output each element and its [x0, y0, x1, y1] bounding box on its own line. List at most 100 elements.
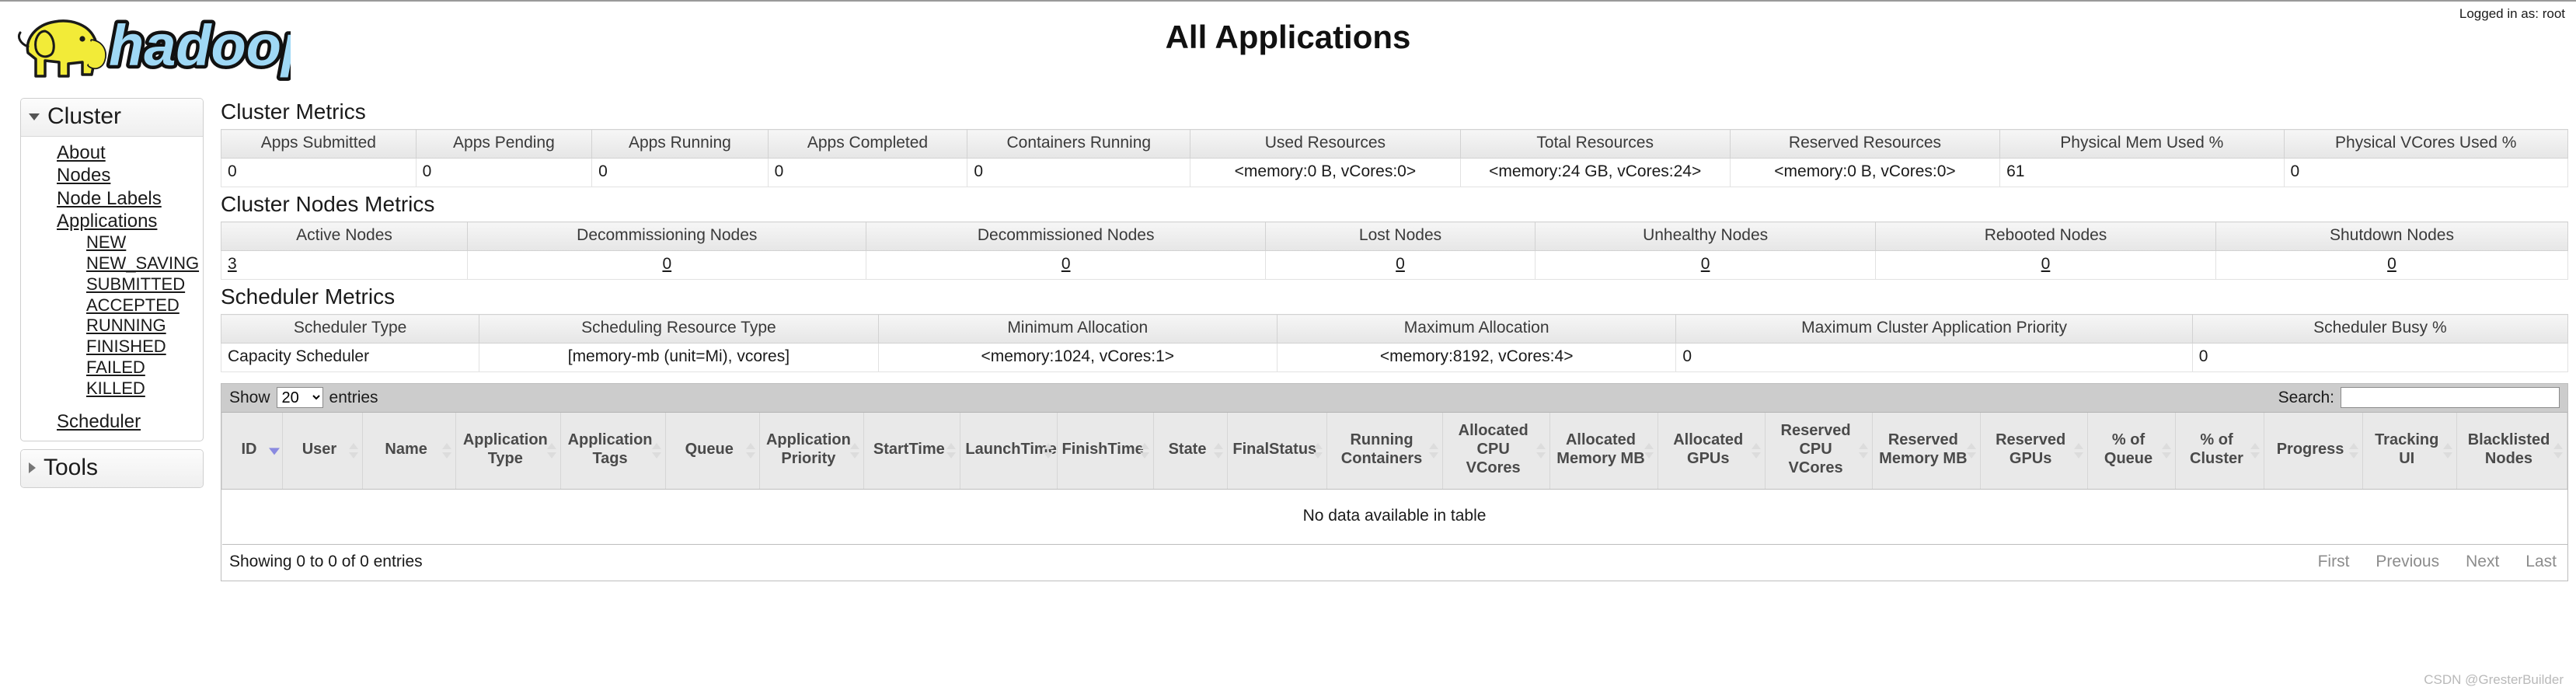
- col-progress[interactable]: Progress: [2263, 413, 2364, 490]
- page-title: All Applications: [1165, 19, 1411, 55]
- col-application-tags[interactable]: Application Tags: [560, 413, 666, 490]
- sort-neutral-icon: [1429, 442, 1439, 459]
- sort-neutral-icon: [547, 442, 557, 459]
- col-finalstatus-label: FinalStatus: [1232, 440, 1317, 458]
- pagination-first[interactable]: First: [2318, 553, 2350, 571]
- sidebar-item-state-finished[interactable]: FINISHED: [86, 337, 166, 357]
- val-rebooted-nodes[interactable]: 0: [2041, 255, 2051, 273]
- col-state[interactable]: State: [1152, 413, 1229, 490]
- col-application-tags-label: Application Tags: [567, 431, 653, 467]
- sort-neutral-icon: [1214, 442, 1224, 459]
- col-used-resources: Used Resources: [1190, 129, 1461, 159]
- sidebar-item-applications[interactable]: Applications: [57, 210, 157, 232]
- datatable-toolbar: Show 20 40 60 80 100 entries Search:: [221, 384, 2567, 413]
- col-queue[interactable]: Queue: [664, 413, 760, 490]
- sort-neutral-icon: [1644, 442, 1654, 459]
- col-id[interactable]: ID: [221, 413, 284, 490]
- col-finishtime[interactable]: FinishTime: [1056, 413, 1154, 490]
- col-application-priority[interactable]: Application Priority: [758, 413, 865, 490]
- col-allocated-gpus[interactable]: Allocated GPUs: [1657, 413, 1766, 490]
- col-allocated-cpu-vcores[interactable]: Allocated CPU VCores: [1442, 413, 1551, 490]
- col-percent-of-queue[interactable]: % of Queue: [2086, 413, 2177, 490]
- list-item: Scheduler: [21, 410, 203, 433]
- sort-neutral-icon: [2250, 442, 2260, 459]
- sort-neutral-icon: [1751, 442, 1761, 459]
- hadoop-logo: hadoop hadoop: [11, 8, 320, 89]
- sort-descending-icon: [269, 443, 278, 459]
- sidebar-item-state-submitted[interactable]: SUBMITTED: [86, 274, 185, 295]
- col-launchtime[interactable]: LaunchTime: [960, 413, 1058, 490]
- col-reserved-gpus[interactable]: Reserved GPUs: [1979, 413, 2088, 490]
- val-lost-nodes[interactable]: 0: [1396, 255, 1405, 273]
- page-size-select[interactable]: 20 40 60 80 100: [276, 387, 323, 408]
- col-id-label: ID: [241, 440, 257, 458]
- sidebar-spacer: [21, 399, 203, 410]
- val-unhealthy-nodes[interactable]: 0: [1701, 255, 1710, 273]
- val-scheduler-busy: 0: [2191, 343, 2569, 372]
- sort-neutral-icon: [1139, 442, 1149, 459]
- sidebar-item-state-failed[interactable]: FAILED: [86, 357, 145, 378]
- col-reserved-cpu-vcores[interactable]: Reserved CPU VCores: [1764, 413, 1874, 490]
- col-allocated-memory-mb[interactable]: Allocated Memory MB: [1549, 413, 1658, 490]
- val-reserved-resources: <memory:0 B, vCores:0>: [1729, 158, 2001, 187]
- sidebar-item-node-labels[interactable]: Node Labels: [57, 187, 162, 210]
- page-length-control: Show 20 40 60 80 100 entries: [229, 387, 378, 408]
- table-header-row: Scheduler Type Scheduling Resource Type …: [220, 314, 2569, 344]
- col-user[interactable]: User: [282, 413, 363, 490]
- sidebar-tools-toggle[interactable]: Tools: [21, 449, 203, 487]
- val-active-nodes[interactable]: 3: [228, 255, 237, 273]
- col-running-containers-label: Running Containers: [1340, 431, 1423, 467]
- col-lost-nodes: Lost Nodes: [1264, 221, 1536, 251]
- main-content: Cluster Metrics Apps Submitted Apps Pend…: [220, 95, 2569, 581]
- pagination-next[interactable]: Next: [2466, 553, 2499, 571]
- list-item: RUNNING: [21, 316, 203, 337]
- col-decommissioning-nodes: Decommissioning Nodes: [467, 221, 867, 251]
- watermark: CSDN @GresterBuilder: [2424, 672, 2564, 687]
- sort-neutral-icon: [2073, 442, 2083, 459]
- col-blacklisted-nodes[interactable]: Blacklisted Nodes: [2456, 413, 2568, 490]
- pagination-previous[interactable]: Previous: [2376, 553, 2439, 571]
- sort-neutral-icon: [348, 442, 358, 459]
- list-item: NEW: [21, 232, 203, 253]
- val-decommissioned-nodes[interactable]: 0: [1061, 255, 1071, 273]
- sort-neutral-icon: [442, 442, 452, 459]
- col-starttime[interactable]: StartTime: [863, 413, 961, 490]
- col-reserved-memory-mb[interactable]: Reserved Memory MB: [1872, 413, 1981, 490]
- col-apps-completed: Apps Completed: [767, 129, 968, 159]
- col-percent-of-cluster[interactable]: % of Cluster: [2175, 413, 2264, 490]
- col-tracking-ui[interactable]: Tracking UI: [2362, 413, 2457, 490]
- sidebar-cluster-toggle[interactable]: Cluster: [21, 99, 203, 137]
- col-queue-label: Queue: [685, 440, 734, 458]
- val-shutdown-nodes[interactable]: 0: [2387, 255, 2396, 273]
- col-reserved-cpu-vcores-label: Reserved CPU VCores: [1780, 422, 1851, 476]
- col-scheduling-resource-type: Scheduling Resource Type: [479, 314, 879, 344]
- col-running-containers[interactable]: Running Containers: [1326, 413, 1444, 490]
- applications-table: ID User Name Application Type Applicatio…: [221, 413, 2568, 545]
- col-total-resources: Total Resources: [1459, 129, 1731, 159]
- sidebar-item-state-running[interactable]: RUNNING: [86, 316, 166, 337]
- col-containers-running: Containers Running: [967, 129, 1191, 159]
- sidebar-item-state-accepted[interactable]: ACCEPTED: [86, 295, 180, 316]
- list-item: Applications: [21, 210, 203, 232]
- sidebar-item-scheduler[interactable]: Scheduler: [57, 410, 141, 433]
- col-finalstatus[interactable]: FinalStatus: [1227, 413, 1328, 490]
- sidebar-item-state-killed[interactable]: KILLED: [86, 378, 145, 399]
- sidebar-item-state-new-saving[interactable]: NEW_SAVING: [86, 253, 199, 274]
- sidebar-item-state-new[interactable]: NEW: [86, 232, 126, 253]
- col-starttime-label: StartTime: [873, 440, 945, 458]
- sidebar-cluster-label: Cluster: [47, 103, 122, 129]
- sidebar-item-nodes[interactable]: Nodes: [57, 164, 110, 187]
- col-apps-running: Apps Running: [591, 129, 769, 159]
- col-decommissioned-nodes: Decommissioned Nodes: [866, 221, 1266, 251]
- col-user-label: User: [302, 440, 337, 458]
- list-item: ACCEPTED: [21, 295, 203, 316]
- search-input[interactable]: [2341, 387, 2560, 408]
- list-item: Node Labels: [21, 187, 203, 210]
- sidebar-item-about[interactable]: About: [57, 141, 106, 164]
- val-decommissioning-nodes[interactable]: 0: [662, 255, 671, 273]
- col-application-type[interactable]: Application Type: [455, 413, 562, 490]
- list-item: About: [21, 141, 203, 164]
- pagination-last[interactable]: Last: [2525, 553, 2557, 571]
- col-name[interactable]: Name: [361, 413, 457, 490]
- col-blacklisted-nodes-label: Blacklisted Nodes: [2467, 431, 2550, 467]
